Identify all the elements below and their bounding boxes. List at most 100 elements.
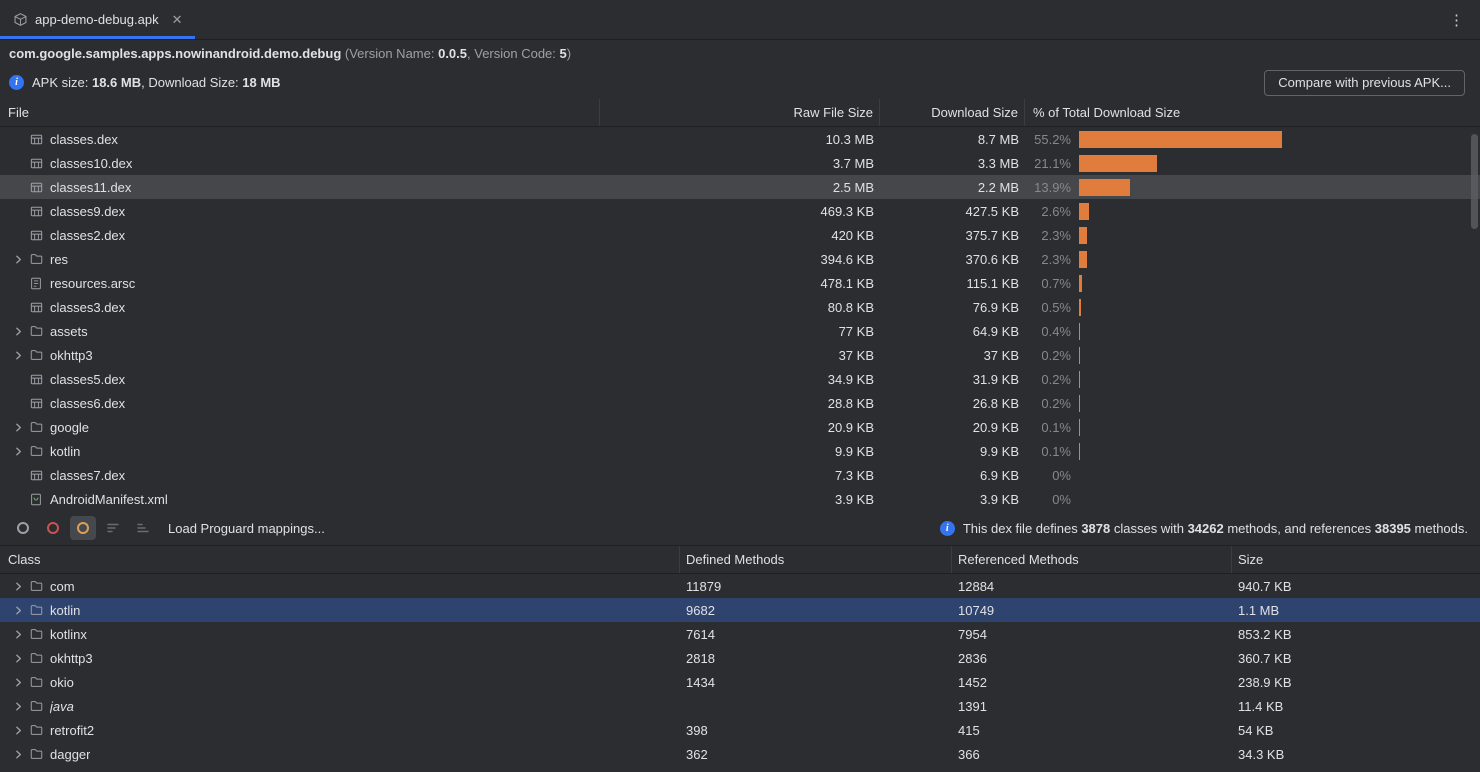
show-fields-toggle[interactable] bbox=[10, 516, 36, 540]
expand-nodes-button[interactable] bbox=[100, 516, 126, 540]
file-row[interactable]: okhttp337 KB37 KB0.2% bbox=[0, 343, 1480, 367]
defined-method-count: 34262 bbox=[1188, 521, 1224, 536]
download-bar bbox=[1079, 131, 1282, 148]
chevron-right-icon[interactable] bbox=[8, 629, 28, 640]
raw-file-size: 37 KB bbox=[600, 343, 880, 367]
close-tab-icon[interactable]: ✕ bbox=[172, 13, 183, 26]
file-row[interactable]: assets77 KB64.9 KB0.4% bbox=[0, 319, 1480, 343]
dex-icon bbox=[28, 227, 44, 243]
package-name: com.google.samples.apps.nowinandroid.dem… bbox=[9, 46, 341, 61]
class-size: 11.4 KB bbox=[1232, 694, 1480, 718]
file-name: classes2.dex bbox=[50, 228, 125, 243]
file-row[interactable]: classes.dex10.3 MB8.7 MB55.2% bbox=[0, 127, 1480, 151]
load-proguard-mappings-button[interactable]: Load Proguard mappings... bbox=[168, 521, 325, 536]
file-row[interactable]: classes10.dex3.7 MB3.3 MB21.1% bbox=[0, 151, 1480, 175]
methods-ring-icon bbox=[47, 522, 59, 534]
folder-icon bbox=[28, 674, 44, 690]
download-size: 9.9 KB bbox=[880, 439, 1025, 463]
file-cell: resources.arsc bbox=[0, 271, 600, 295]
class-row[interactable]: java139111.4 KB bbox=[0, 694, 1480, 718]
file-row[interactable]: classes9.dex469.3 KB427.5 KB2.6% bbox=[0, 199, 1480, 223]
class-row[interactable]: okhttp328182836360.7 KB bbox=[0, 646, 1480, 670]
folder-icon bbox=[28, 323, 44, 339]
class-row[interactable]: kotlin9682107491.1 MB bbox=[0, 598, 1480, 622]
chevron-right-icon[interactable] bbox=[8, 581, 28, 592]
chevron-right-icon[interactable] bbox=[8, 749, 28, 760]
file-row[interactable]: classes3.dex80.8 KB76.9 KB0.5% bbox=[0, 295, 1480, 319]
file-name: assets bbox=[50, 324, 88, 339]
column-raw-file-size[interactable]: Raw File Size bbox=[600, 99, 880, 126]
column-defined-methods[interactable]: Defined Methods bbox=[680, 546, 952, 573]
compare-with-previous-apk-button[interactable]: Compare with previous APK... bbox=[1264, 70, 1465, 96]
file-row[interactable]: classes2.dex420 KB375.7 KB2.3% bbox=[0, 223, 1480, 247]
download-bar-cell bbox=[1077, 343, 1480, 367]
file-name: classes9.dex bbox=[50, 204, 125, 219]
expand-nodes-icon bbox=[106, 521, 120, 535]
file-row[interactable]: google20.9 KB20.9 KB0.1% bbox=[0, 415, 1480, 439]
chevron-right-icon[interactable] bbox=[8, 605, 28, 616]
chevron-right-icon[interactable] bbox=[8, 701, 28, 712]
tab-app-demo-debug-apk[interactable]: app-demo-debug.apk ✕ bbox=[0, 0, 195, 39]
raw-file-size: 34.9 KB bbox=[600, 367, 880, 391]
class-name: kotlinx bbox=[50, 627, 87, 642]
column-referenced-methods[interactable]: Referenced Methods bbox=[952, 546, 1232, 573]
class-size: 853.2 KB bbox=[1232, 622, 1480, 646]
collapse-nodes-button[interactable] bbox=[130, 516, 156, 540]
file-row[interactable]: classes11.dex2.5 MB2.2 MB13.9% bbox=[0, 175, 1480, 199]
raw-file-size: 28.8 KB bbox=[600, 391, 880, 415]
chevron-right-icon[interactable] bbox=[8, 677, 28, 688]
file-row[interactable]: classes5.dex34.9 KB31.9 KB0.2% bbox=[0, 367, 1480, 391]
download-bar-cell bbox=[1077, 271, 1480, 295]
file-row[interactable]: AndroidManifest.xml3.9 KB3.9 KB0% bbox=[0, 487, 1480, 511]
class-name: okio bbox=[50, 675, 74, 690]
chevron-right-icon[interactable] bbox=[8, 254, 28, 265]
pct-of-total: 55.2% bbox=[1025, 127, 1077, 151]
raw-file-size: 80.8 KB bbox=[600, 295, 880, 319]
file-name: google bbox=[50, 420, 89, 435]
files-table-header: File Raw File Size Download Size % of To… bbox=[0, 99, 1480, 127]
class-name: kotlin bbox=[50, 603, 80, 618]
file-cell: classes6.dex bbox=[0, 391, 600, 415]
download-bar bbox=[1079, 347, 1080, 364]
column-download-size[interactable]: Download Size bbox=[880, 99, 1025, 126]
chevron-right-icon[interactable] bbox=[8, 446, 28, 457]
pct-of-total: 0.2% bbox=[1025, 343, 1077, 367]
column-class[interactable]: Class bbox=[0, 546, 680, 573]
file-row[interactable]: kotlin9.9 KB9.9 KB0.1% bbox=[0, 439, 1480, 463]
show-all-classes-toggle[interactable] bbox=[70, 516, 96, 540]
class-row[interactable]: kotlinx76147954853.2 KB bbox=[0, 622, 1480, 646]
class-row[interactable]: com1187912884940.7 KB bbox=[0, 574, 1480, 598]
download-bar bbox=[1079, 443, 1080, 460]
files-table-body: classes.dex10.3 MB8.7 MB55.2%classes10.d… bbox=[0, 127, 1480, 511]
class-row[interactable]: okio14341452238.9 KB bbox=[0, 670, 1480, 694]
download-size: 6.9 KB bbox=[880, 463, 1025, 487]
raw-file-size: 2.5 MB bbox=[600, 175, 880, 199]
column-size[interactable]: Size bbox=[1232, 546, 1480, 573]
show-methods-toggle[interactable] bbox=[40, 516, 66, 540]
file-row[interactable]: res394.6 KB370.6 KB2.3% bbox=[0, 247, 1480, 271]
defined-methods: 9682 bbox=[680, 598, 952, 622]
folder-icon bbox=[28, 443, 44, 459]
class-name: com bbox=[50, 579, 75, 594]
chevron-right-icon[interactable] bbox=[8, 326, 28, 337]
chevron-right-icon[interactable] bbox=[8, 422, 28, 433]
more-options-icon[interactable]: ⋮ bbox=[1449, 11, 1464, 29]
column-pct-of-total[interactable]: % of Total Download Size bbox=[1025, 99, 1480, 126]
file-row[interactable]: resources.arsc478.1 KB115.1 KB0.7% bbox=[0, 271, 1480, 295]
vertical-scrollbar[interactable] bbox=[1471, 134, 1478, 229]
chevron-right-icon[interactable] bbox=[8, 725, 28, 736]
chevron-right-icon[interactable] bbox=[8, 350, 28, 361]
column-file[interactable]: File bbox=[0, 99, 600, 126]
referenced-methods: 7954 bbox=[952, 622, 1232, 646]
download-bar bbox=[1079, 155, 1157, 172]
dex-icon bbox=[28, 395, 44, 411]
chevron-right-icon[interactable] bbox=[8, 653, 28, 664]
pct-of-total: 0.7% bbox=[1025, 271, 1077, 295]
pct-of-total: 2.6% bbox=[1025, 199, 1077, 223]
class-row[interactable]: retrofit239841554 KB bbox=[0, 718, 1480, 742]
raw-file-size: 394.6 KB bbox=[600, 247, 880, 271]
classes-table-body: com1187912884940.7 KBkotlin9682107491.1 … bbox=[0, 574, 1480, 766]
class-row[interactable]: dagger36236634.3 KB bbox=[0, 742, 1480, 766]
file-row[interactable]: classes7.dex7.3 KB6.9 KB0% bbox=[0, 463, 1480, 487]
file-row[interactable]: classes6.dex28.8 KB26.8 KB0.2% bbox=[0, 391, 1480, 415]
